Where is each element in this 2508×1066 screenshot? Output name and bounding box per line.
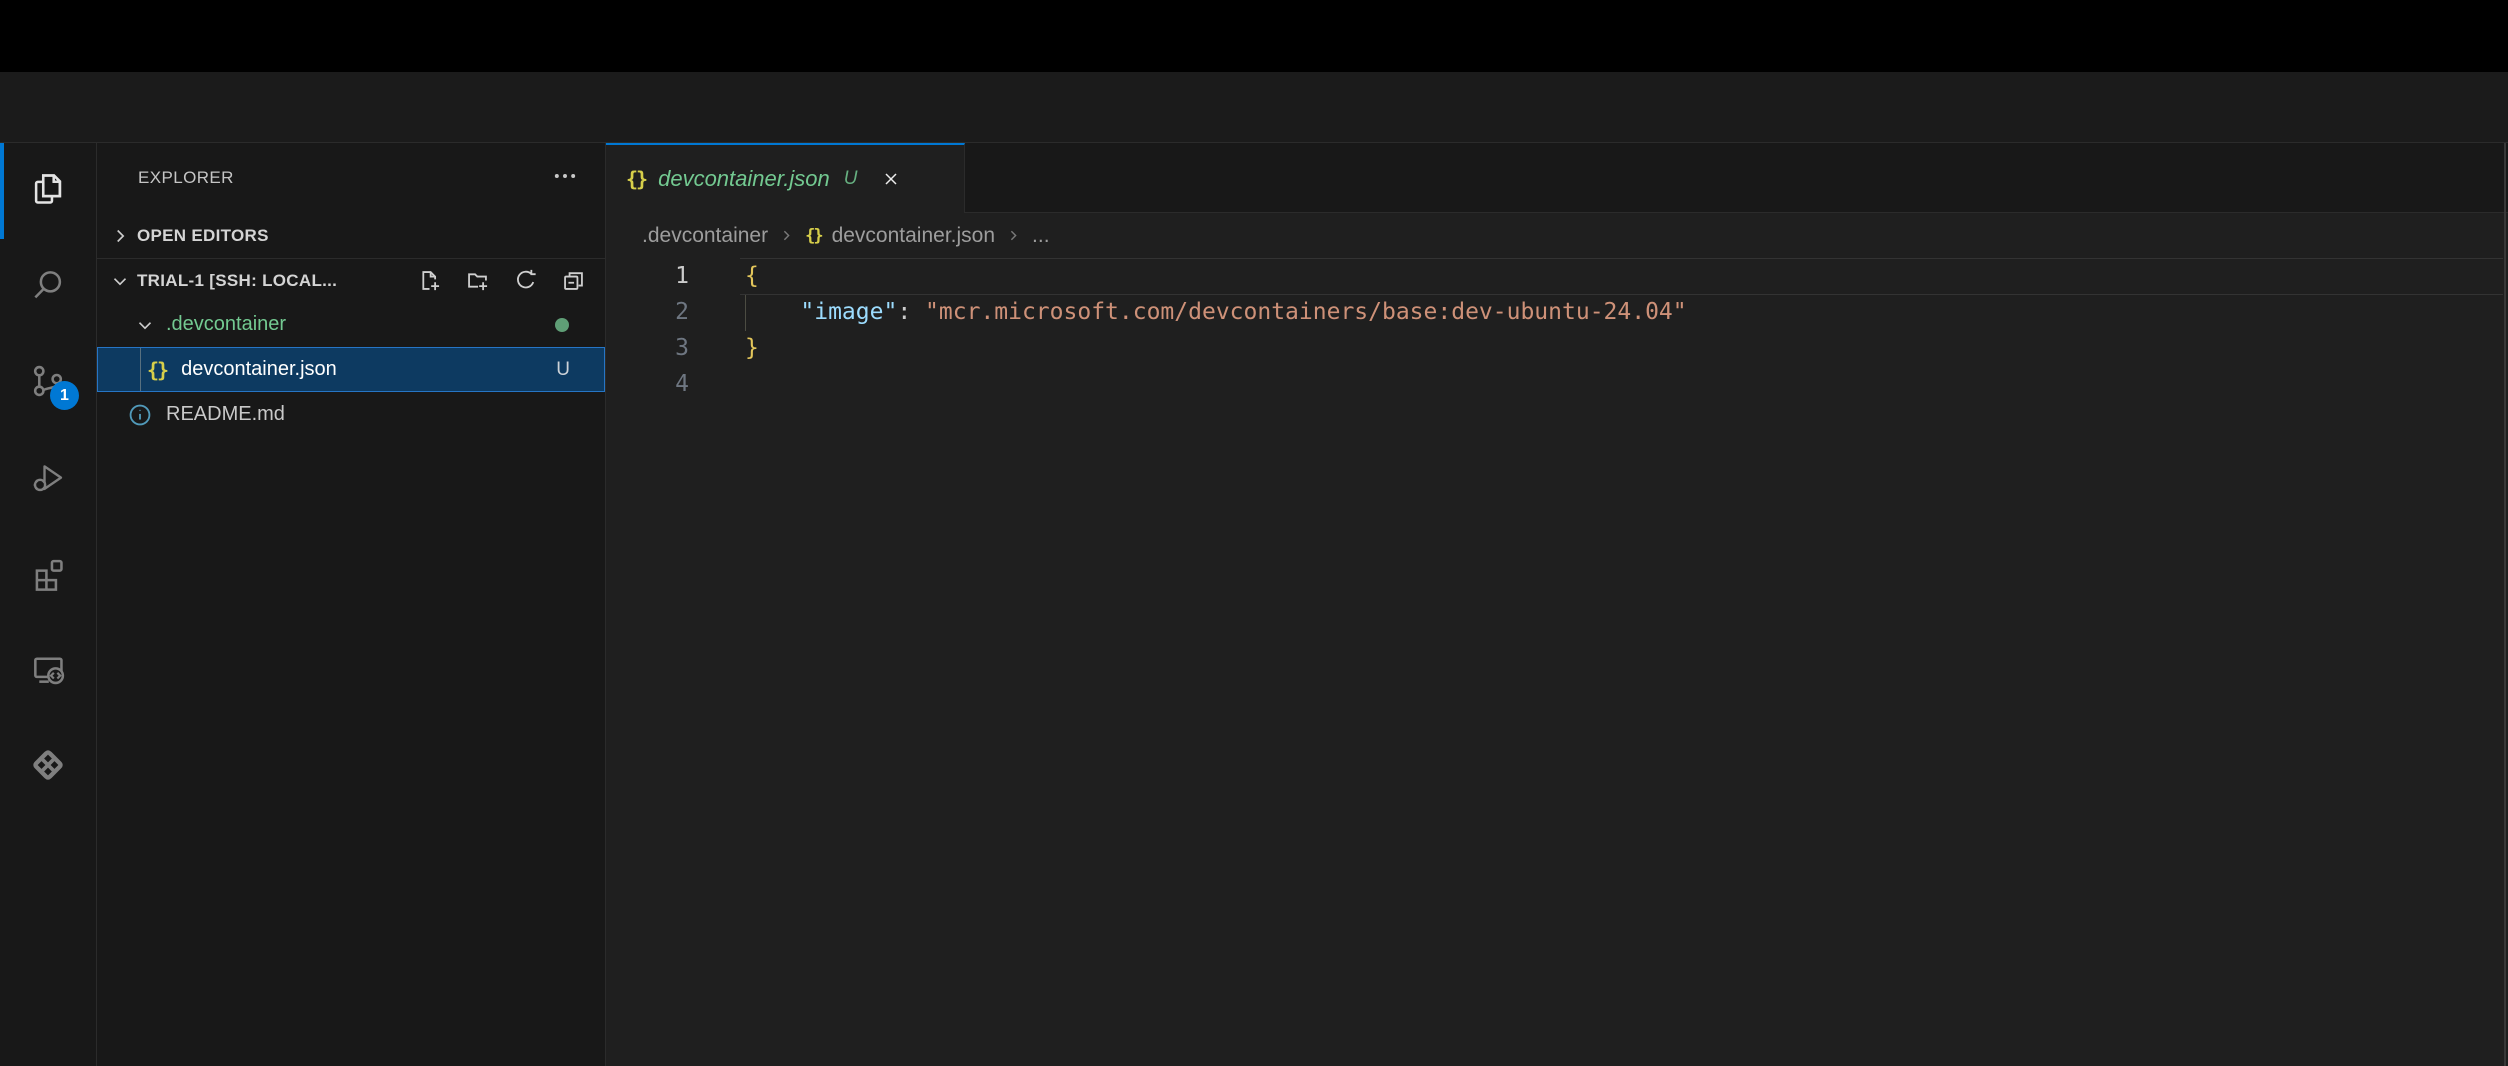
new-file-icon[interactable] (416, 267, 443, 294)
file-label: README.md (166, 403, 285, 426)
line-number: 2 (606, 294, 689, 330)
remote-explorer-icon (29, 650, 67, 693)
open-editors-label: OPEN EDITORS (137, 226, 269, 246)
collapse-all-icon[interactable] (560, 267, 587, 294)
current-line-highlight (740, 258, 2503, 295)
code-editor[interactable]: 1 2 3 4 { "image": "mcr.microsoft.com/de… (606, 143, 2508, 1066)
editor-group: {} devcontainer.json U .devcontainer {} … (606, 143, 2508, 1066)
open-editors-section[interactable]: OPEN EDITORS (97, 213, 605, 258)
workspace-actions (416, 267, 605, 294)
activity-explorer[interactable] (0, 143, 96, 239)
sidebar-title: EXPLORER (138, 168, 551, 188)
tree-item-readme[interactable]: README.md (97, 392, 605, 437)
new-folder-icon[interactable] (464, 267, 491, 294)
activity-bar: 1 (0, 143, 97, 1066)
activity-container-tools[interactable] (0, 719, 96, 815)
scm-badge: 1 (50, 381, 79, 410)
sidebar-header: EXPLORER (97, 143, 605, 213)
file-label: devcontainer.json (181, 358, 337, 381)
title-bar: Trial-1 [SSH: localhost:32772] (0, 72, 2508, 143)
extensions-icon (29, 554, 67, 597)
line-number: 3 (606, 330, 689, 366)
files-icon (29, 170, 67, 213)
activity-search[interactable] (0, 239, 96, 335)
chevron-down-icon (109, 270, 131, 292)
editor-right-border (2504, 143, 2506, 1066)
activity-run-debug[interactable] (0, 431, 96, 527)
menu-strip (0, 0, 2508, 72)
tree-indent-guide (140, 348, 141, 391)
run-debug-icon (29, 458, 67, 501)
container-tools-icon (28, 745, 68, 790)
line-number: 4 (606, 366, 689, 402)
activity-extensions[interactable] (0, 527, 96, 623)
line-number: 1 (606, 258, 689, 294)
tree-item-devcontainer-folder[interactable]: .devcontainer (97, 302, 605, 347)
git-modified-dot (555, 318, 569, 332)
info-icon (127, 402, 153, 428)
activity-remote-explorer[interactable] (0, 623, 96, 719)
explorer-sidebar: EXPLORER OPEN EDITORS TRIAL-1 [SSH: LOCA… (97, 143, 606, 1066)
more-actions-icon[interactable] (551, 162, 579, 195)
workspace-section[interactable]: TRIAL-1 [SSH: LOCAL... (97, 258, 605, 302)
code-line[interactable]: { (745, 258, 759, 294)
code-line[interactable]: "image": "mcr.microsoft.com/devcontainer… (745, 294, 1687, 330)
tree-item-devcontainer-json[interactable]: {} devcontainer.json U (97, 347, 605, 392)
magnifier-icon (29, 266, 67, 309)
chevron-right-icon (109, 225, 131, 247)
code-line[interactable]: } (745, 330, 759, 366)
activity-source-control[interactable]: 1 (0, 335, 96, 431)
refresh-icon[interactable] (512, 267, 539, 294)
git-untracked-badge: U (556, 359, 570, 381)
json-file-icon: {} (147, 358, 167, 382)
folder-label: .devcontainer (166, 313, 286, 336)
chevron-down-icon (134, 314, 156, 336)
workspace-label: TRIAL-1 [SSH: LOCAL... (137, 271, 337, 291)
